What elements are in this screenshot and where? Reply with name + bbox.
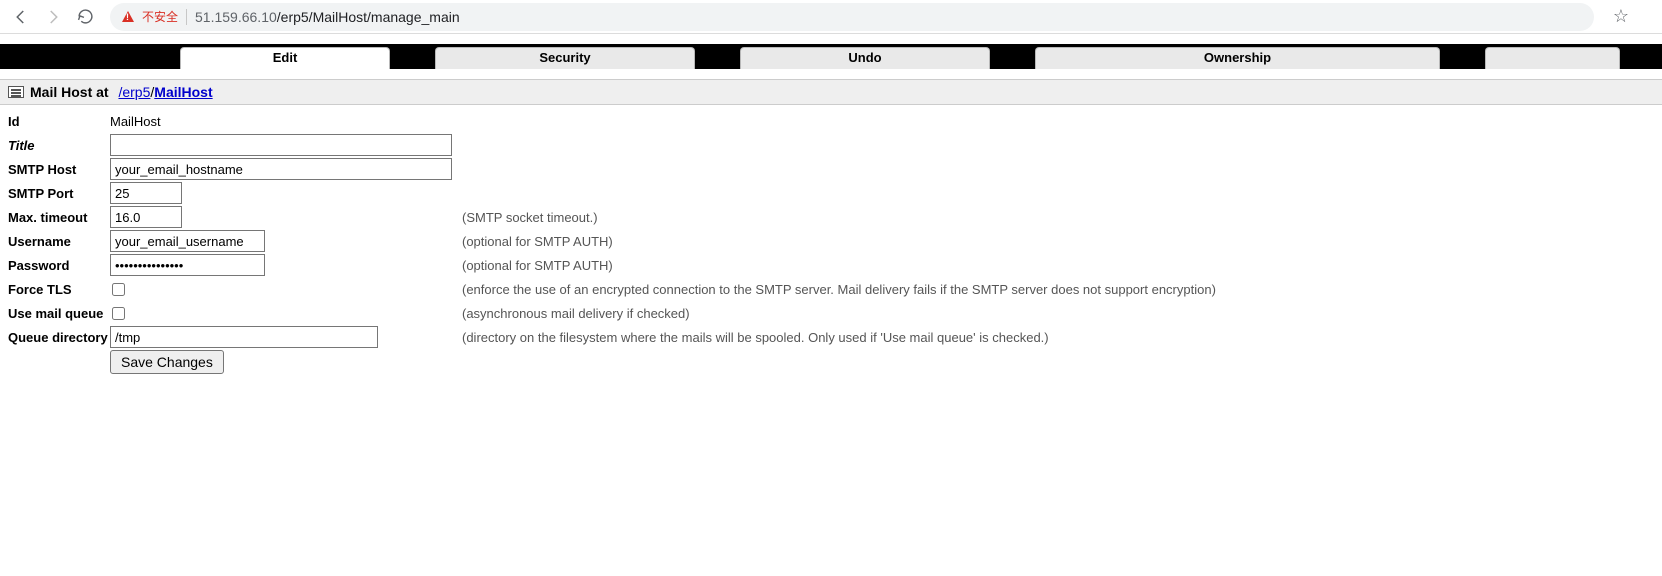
hint-username: (optional for SMTP AUTH) bbox=[458, 234, 613, 249]
input-smtp-host[interactable] bbox=[110, 158, 452, 180]
input-username[interactable] bbox=[110, 230, 265, 252]
tab-ownership[interactable]: Ownership bbox=[1035, 47, 1440, 69]
mailhost-form: Id MailHost Title SMTP Host SMTP Port Ma… bbox=[0, 105, 1662, 395]
checkbox-force-tls[interactable] bbox=[112, 283, 125, 296]
input-smtp-port[interactable] bbox=[110, 182, 182, 204]
object-type-label: Mail Host at bbox=[30, 84, 109, 100]
breadcrumb-link-mailhost[interactable]: MailHost bbox=[154, 84, 212, 100]
input-title[interactable] bbox=[110, 134, 452, 156]
input-queue-dir[interactable] bbox=[110, 326, 378, 348]
zmi-tabs: Edit Security Undo Ownership bbox=[0, 44, 1662, 69]
hint-queue-dir: (directory on the filesystem where the m… bbox=[458, 330, 1049, 345]
hint-force-tls: (enforce the use of an encrypted connect… bbox=[458, 282, 1216, 297]
breadcrumb-path: /erp5/MailHost bbox=[115, 84, 213, 100]
label-force-tls: Force TLS bbox=[8, 282, 110, 297]
tab-undo[interactable]: Undo bbox=[740, 47, 990, 69]
url-host: 51.159.66.10 bbox=[195, 9, 277, 25]
address-bar[interactable]: 不安全 51.159.66.10/erp5/MailHost/manage_ma… bbox=[110, 3, 1594, 31]
label-queue-dir: Queue directory bbox=[8, 330, 110, 345]
label-smtp-port: SMTP Port bbox=[8, 186, 110, 201]
forward-button[interactable] bbox=[40, 4, 66, 30]
warning-icon bbox=[122, 11, 134, 22]
url-separator bbox=[186, 9, 187, 25]
checkbag-use222[interactable] bbox=[112, 307, 125, 320]
reload-button[interactable] bbox=[72, 4, 98, 30]
label-smtp-host: SMTP Host bbox=[8, 162, 110, 177]
breadcrumb-link-erp5[interactable]: /erp5 bbox=[118, 84, 150, 100]
label-password: Password bbox=[8, 258, 110, 273]
browser-toolbar: 不安全 51.159.66.10/erp5/MailHost/manage_ma… bbox=[0, 0, 1662, 34]
url-path: /erp5/MailHost/manage_main bbox=[277, 9, 460, 25]
hint-max-timeout: (SMTP socket timeout.) bbox=[458, 210, 598, 225]
save-changes-button[interactable]: Save Changes bbox=[110, 350, 224, 374]
input-max-timeout[interactable] bbox=[110, 206, 182, 228]
tab-edit[interactable]: Edit bbox=[180, 47, 390, 69]
label-id: Id bbox=[8, 114, 110, 129]
input-password[interactable] bbox=[110, 254, 265, 276]
tab-security[interactable]: Security bbox=[435, 47, 695, 69]
tab-extra[interactable] bbox=[1485, 47, 1620, 69]
hint-password: (optional for SMTP AUTH) bbox=[458, 258, 613, 273]
label-username: Username bbox=[8, 234, 110, 249]
bookmark-star-icon[interactable]: ☆ bbox=[1608, 4, 1634, 30]
breadcrumb: Mail Host at /erp5/MailHost bbox=[0, 79, 1662, 105]
url-text: 51.159.66.10/erp5/MailHost/manage_main bbox=[195, 9, 460, 25]
label-max-timeout: Max. timeout bbox=[8, 210, 110, 225]
object-icon bbox=[8, 86, 24, 98]
label-title: Title bbox=[8, 138, 110, 153]
value-id: MailHost bbox=[110, 114, 161, 129]
back-button[interactable] bbox=[8, 4, 34, 30]
label-use-queue: Use mail queue bbox=[8, 306, 110, 321]
hint-use-queue: (asynchronous mail delivery if checked) bbox=[458, 306, 690, 321]
not-secure-label: 不安全 bbox=[142, 8, 178, 25]
